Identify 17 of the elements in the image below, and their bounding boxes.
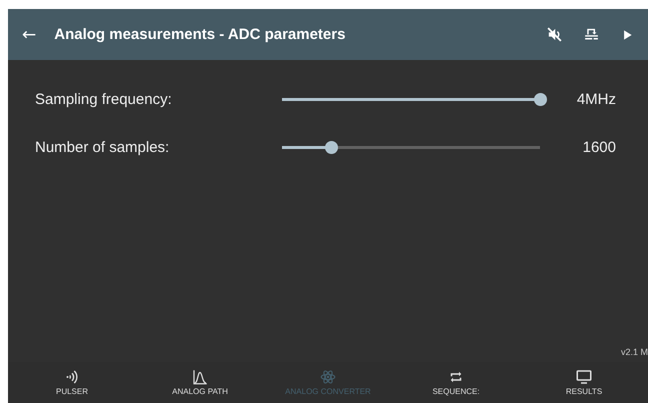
nav-tab[interactable]: RESULTS (520, 362, 648, 403)
curve-chart-icon (191, 368, 209, 386)
nav-tab[interactable]: SEQUENCE: (392, 362, 520, 403)
nav-tab[interactable]: PULSER (8, 362, 136, 403)
nav-tab[interactable]: ANALOG PATH (136, 362, 264, 403)
slider-thumb[interactable] (534, 92, 547, 106)
page-title: Analog measurements - ADC parameters (54, 26, 346, 43)
slider-thumb[interactable] (325, 140, 338, 154)
setting-value: 4MHz (576, 90, 616, 108)
setting-label: Number of samples: (35, 138, 170, 156)
setting-value: 1600 (582, 138, 616, 156)
setting-label: Sampling frequency: (35, 90, 173, 108)
back-button[interactable]: ← (22, 24, 36, 44)
version-label: v2.1 M (620, 347, 648, 357)
atom-icon (319, 368, 337, 386)
mute-icon[interactable] (546, 26, 563, 43)
monitor-icon (575, 368, 593, 386)
